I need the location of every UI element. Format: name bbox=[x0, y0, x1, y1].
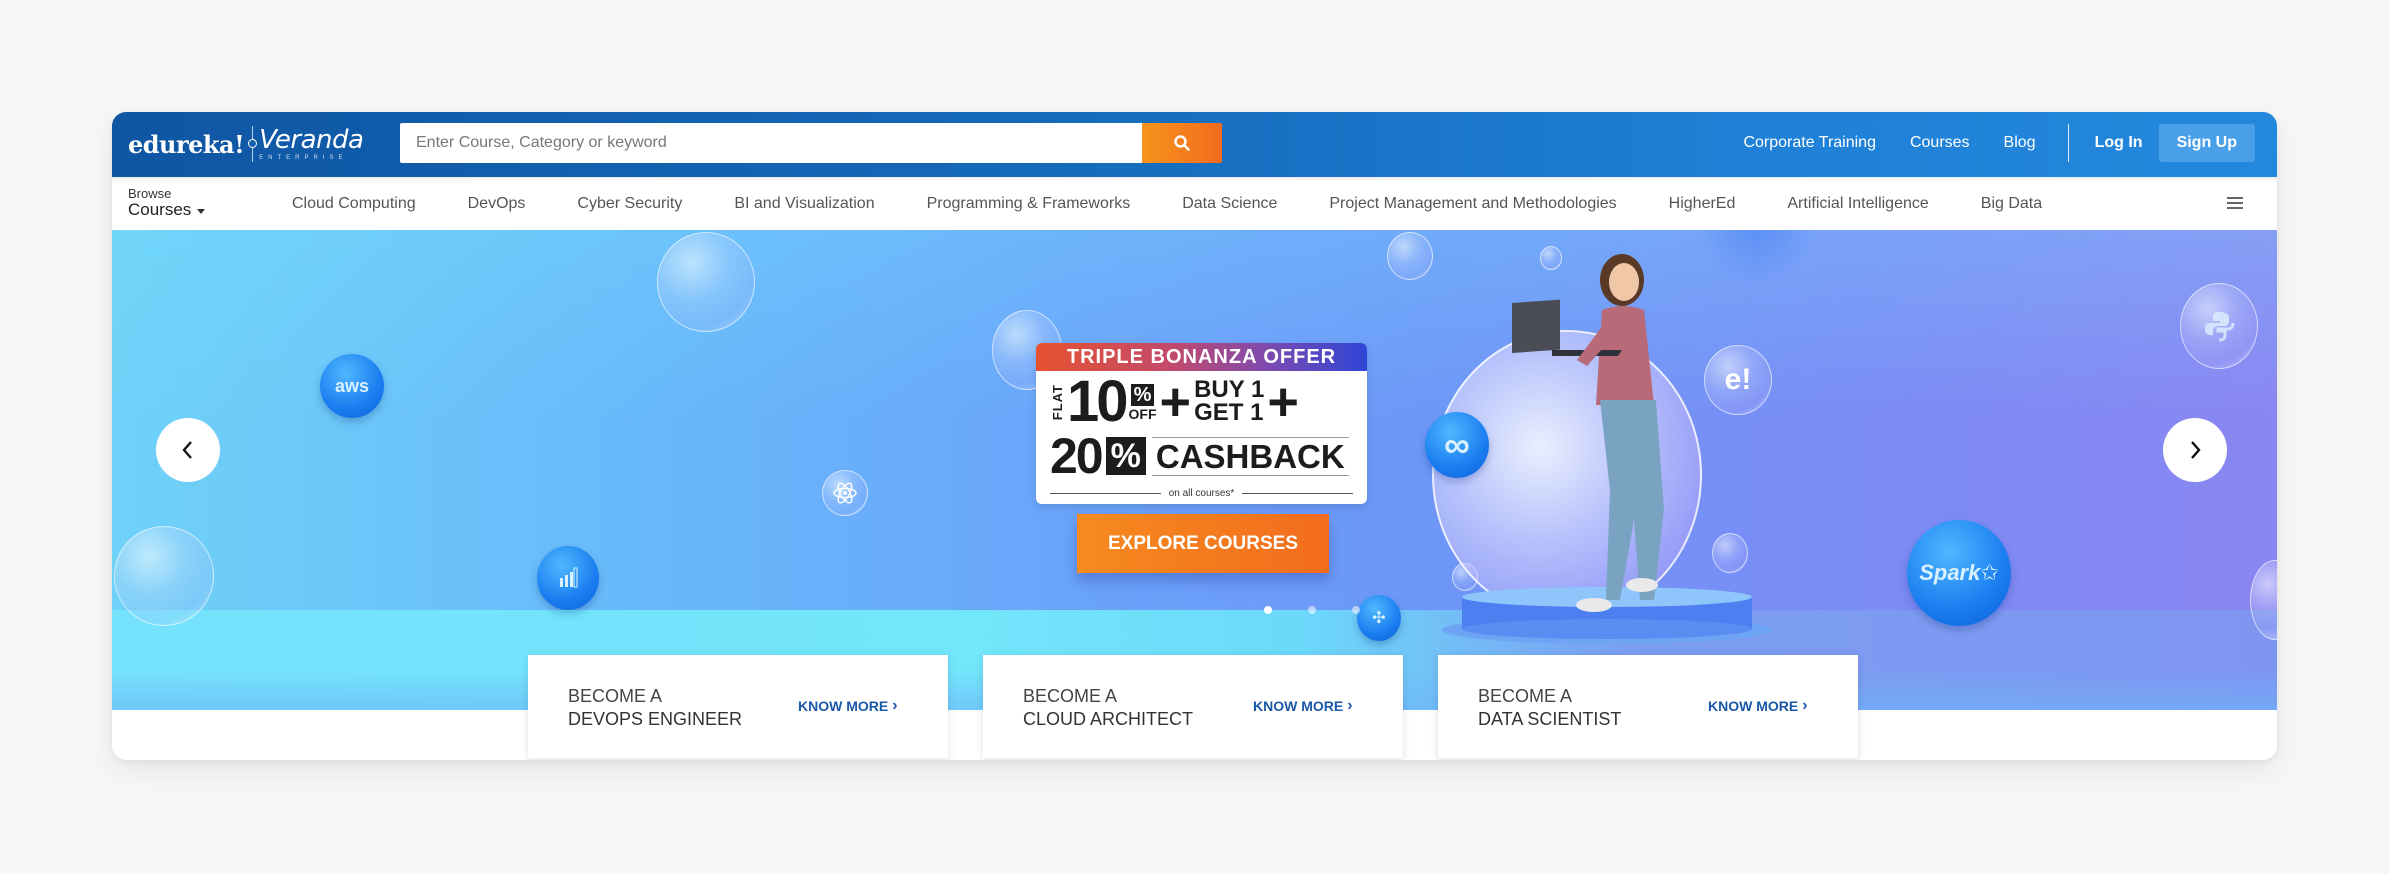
cashback-value: 20 bbox=[1050, 428, 1104, 484]
nav-courses[interactable]: Courses bbox=[1910, 134, 1970, 152]
career-cards: BECOME A DEVOPS ENGINEER KNOW MORE › BEC… bbox=[528, 655, 1858, 758]
logo-edureka-text: edureka! bbox=[128, 129, 245, 159]
login-button[interactable]: Log In bbox=[2095, 134, 2143, 152]
tableau-badge-icon: ✣ bbox=[1357, 595, 1401, 641]
explore-courses-button[interactable]: EXPLORE COURSES bbox=[1077, 514, 1329, 573]
card-line1: BECOME A bbox=[1023, 686, 1118, 706]
carousel-dot-3[interactable] bbox=[1352, 606, 1360, 614]
percent-sign: % bbox=[1130, 383, 1155, 406]
chevron-right-icon: › bbox=[1347, 697, 1353, 714]
category-bar: Browse Courses Cloud Computing DevOps Cy… bbox=[112, 177, 2277, 230]
top-header: edureka! Veranda ENTERPRISE Corporate Tr… bbox=[112, 112, 2277, 177]
offer-discount-pct: % OFF bbox=[1128, 383, 1157, 422]
browse-label: Browse bbox=[128, 186, 172, 201]
know-more-label: KNOW MORE bbox=[798, 698, 889, 714]
category-bi-visualization[interactable]: BI and Visualization bbox=[734, 195, 874, 213]
know-more-link[interactable]: KNOW MORE › bbox=[1253, 697, 1353, 715]
career-card-data-scientist[interactable]: BECOME A DATA SCIENTIST KNOW MORE › bbox=[1438, 655, 1858, 758]
chevron-right-icon: › bbox=[892, 697, 898, 714]
carousel-indicators bbox=[1264, 606, 1360, 614]
card-line1: BECOME A bbox=[568, 686, 663, 706]
card-line2: CLOUD ARCHITECT bbox=[1023, 709, 1194, 729]
get-label: GET 1 bbox=[1194, 399, 1264, 426]
category-cyber-security[interactable]: Cyber Security bbox=[577, 195, 682, 213]
plus-sign: + bbox=[1159, 372, 1192, 432]
offer-footnote: on all courses* bbox=[1050, 488, 1353, 499]
carousel-next-button[interactable] bbox=[2163, 418, 2227, 482]
bubble-decoration bbox=[114, 526, 214, 626]
top-nav: Corporate Training Courses Blog Log In S… bbox=[1743, 123, 2255, 163]
category-highered[interactable]: HigherEd bbox=[1669, 195, 1736, 213]
career-card-devops[interactable]: BECOME A DEVOPS ENGINEER KNOW MORE › bbox=[528, 655, 948, 758]
search-button[interactable] bbox=[1142, 123, 1222, 163]
career-card-cloud[interactable]: BECOME A CLOUD ARCHITECT KNOW MORE › bbox=[983, 655, 1403, 758]
offer-cashback-row: 20 % CASHBACK bbox=[1050, 431, 1349, 481]
devops-infinity-badge-icon: ∞ bbox=[1425, 412, 1489, 478]
woman-with-laptop-illustration bbox=[1512, 254, 1664, 612]
react-badge-icon bbox=[822, 470, 868, 516]
bubble-decoration bbox=[1387, 232, 1433, 280]
card-line2: DATA SCIENTIST bbox=[1478, 709, 1622, 729]
chevron-right-icon: › bbox=[1802, 697, 1808, 714]
category-list: Cloud Computing DevOps Cyber Security BI… bbox=[292, 177, 2094, 230]
offer-panel: TRIPLE BONANZA OFFER FLAT 10 % OFF + BUY… bbox=[1036, 343, 1367, 504]
off-label: OFF bbox=[1128, 405, 1157, 422]
signup-button[interactable]: Sign Up bbox=[2158, 124, 2255, 162]
bubble-decoration bbox=[657, 232, 755, 332]
search-bar bbox=[400, 123, 1222, 163]
card-text: BECOME A DEVOPS ENGINEER bbox=[568, 685, 742, 731]
card-line1: BECOME A bbox=[1478, 686, 1573, 706]
chevron-left-icon bbox=[182, 441, 192, 459]
edureka-veranda-logo[interactable]: edureka! Veranda ENTERPRISE bbox=[128, 124, 364, 164]
browse-courses-dropdown[interactable]: Browse Courses bbox=[128, 186, 206, 219]
nav-corporate-training[interactable]: Corporate Training bbox=[1743, 134, 1876, 152]
offer-discount-value: 10 bbox=[1067, 369, 1128, 434]
card-line2: DEVOPS ENGINEER bbox=[568, 709, 743, 729]
category-programming-frameworks[interactable]: Programming & Frameworks bbox=[927, 195, 1131, 213]
carousel-dot-2[interactable] bbox=[1308, 606, 1316, 614]
know-more-link[interactable]: KNOW MORE › bbox=[1708, 697, 1808, 715]
buy-get-label: BUY 1 GET 1 bbox=[1194, 378, 1264, 426]
footnote-text: on all courses* bbox=[1168, 488, 1235, 499]
logo-veranda-text: Veranda bbox=[259, 125, 364, 155]
category-project-management[interactable]: Project Management and Methodologies bbox=[1329, 195, 1616, 213]
caret-down-icon bbox=[197, 208, 206, 214]
carousel-prev-button[interactable] bbox=[156, 418, 220, 482]
card-text: BECOME A CLOUD ARCHITECT bbox=[1023, 685, 1193, 731]
category-data-science[interactable]: Data Science bbox=[1182, 195, 1277, 213]
hamburger-menu-icon[interactable] bbox=[2227, 197, 2243, 209]
carousel-dot-1[interactable] bbox=[1264, 606, 1272, 614]
nav-blog[interactable]: Blog bbox=[2004, 134, 2036, 152]
courses-dropdown-label: Courses bbox=[128, 200, 206, 219]
category-big-data[interactable]: Big Data bbox=[1981, 195, 2042, 213]
category-cloud-computing[interactable]: Cloud Computing bbox=[292, 195, 416, 213]
know-more-label: KNOW MORE bbox=[1253, 698, 1344, 714]
category-artificial-intelligence[interactable]: Artificial Intelligence bbox=[1787, 195, 1928, 213]
card-text: BECOME A DATA SCIENTIST bbox=[1478, 685, 1621, 731]
logo-tagline: ENTERPRISE bbox=[259, 155, 348, 161]
nav-divider bbox=[2067, 124, 2069, 162]
power-bi-badge-icon bbox=[537, 546, 599, 610]
offer-title: TRIPLE BONANZA OFFER bbox=[1036, 343, 1367, 371]
offer-discount-row: FLAT 10 % OFF + BUY 1 GET 1 + bbox=[1050, 373, 1302, 431]
spark-badge-icon: Spark ✩ bbox=[1907, 520, 2011, 626]
chevron-right-icon bbox=[2191, 441, 2201, 459]
know-more-link[interactable]: KNOW MORE › bbox=[798, 697, 898, 715]
offer-flat-label: FLAT bbox=[1050, 383, 1065, 421]
cashback-percent: % bbox=[1105, 437, 1146, 475]
cashback-label: CASHBACK bbox=[1151, 436, 1349, 476]
search-icon bbox=[1174, 135, 1190, 151]
courses-label: Courses bbox=[128, 200, 192, 219]
python-badge-icon bbox=[2180, 283, 2258, 369]
hero-carousel: aws ∞ e! Spark ✩ ✣ TRIPLE BONANZA OFFER … bbox=[112, 230, 2277, 710]
logo-separator bbox=[248, 126, 258, 162]
category-devops[interactable]: DevOps bbox=[468, 195, 526, 213]
aws-badge-icon: aws bbox=[320, 354, 384, 418]
know-more-label: KNOW MORE bbox=[1708, 698, 1799, 714]
plus-sign: + bbox=[1267, 372, 1299, 432]
logo-veranda: Veranda ENTERPRISE bbox=[259, 125, 364, 161]
browser-page: edureka! Veranda ENTERPRISE Corporate Tr… bbox=[112, 112, 2277, 760]
search-input[interactable] bbox=[400, 123, 1142, 163]
